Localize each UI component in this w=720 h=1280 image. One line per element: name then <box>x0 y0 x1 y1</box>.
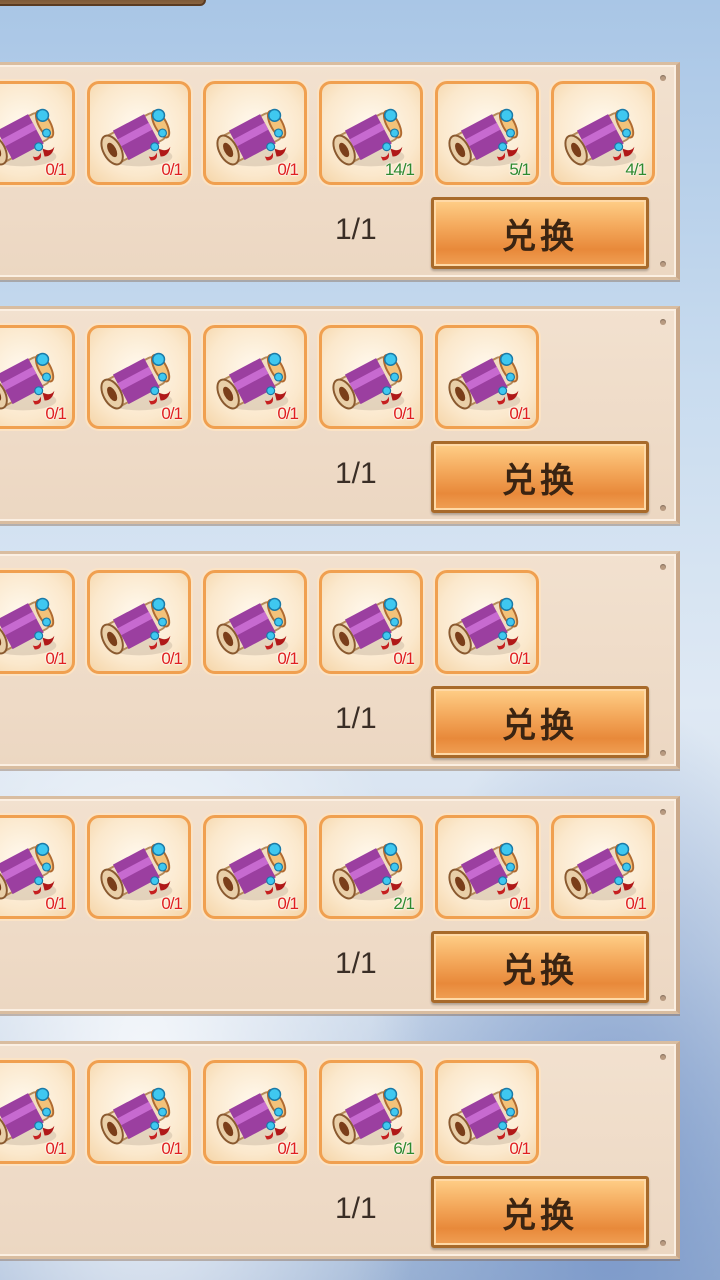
item-count: 0/1 <box>277 1139 299 1158</box>
item-count: 0/1 <box>393 404 415 423</box>
item-slot[interactable]: 0/1 <box>0 815 75 919</box>
item-count: 0/1 <box>161 404 183 423</box>
exchange-button[interactable]: 兑换 <box>431 197 649 269</box>
item-slot[interactable]: 0/1 <box>551 815 655 919</box>
item-count: 0/1 <box>45 160 67 179</box>
exchange-button-label: 兑换 <box>502 216 578 257</box>
item-count: 0/1 <box>509 649 531 668</box>
exchange-button-label: 兑换 <box>502 950 578 991</box>
item-count: 0/1 <box>509 894 531 913</box>
exchange-row: 0/1 0/1 0/1 <box>0 306 680 524</box>
exchange-button[interactable]: 兑换 <box>431 931 649 1003</box>
item-slot[interactable]: 0/1 <box>0 81 75 185</box>
required-items: 0/1 0/1 0/1 <box>0 81 655 185</box>
item-count: 0/1 <box>625 894 647 913</box>
exchange-button[interactable]: 兑换 <box>431 686 649 758</box>
item-slot[interactable]: 2/1 <box>319 815 423 919</box>
item-slot[interactable]: 0/1 <box>435 325 539 429</box>
top-tab-edge <box>0 0 206 6</box>
item-count: 5/1 <box>509 160 531 179</box>
item-slot[interactable]: 0/1 <box>87 325 191 429</box>
item-count: 0/1 <box>45 404 67 423</box>
item-count: 4/1 <box>625 160 647 179</box>
item-slot[interactable]: 0/1 <box>87 570 191 674</box>
item-count: 0/1 <box>45 1139 67 1158</box>
required-items: 0/1 0/1 0/1 <box>0 815 655 919</box>
exchange-limit: 1/1 <box>335 213 377 246</box>
exchange-limit: 1/1 <box>335 702 377 735</box>
exchange-button-label: 兑换 <box>502 1195 578 1236</box>
exchange-button-label: 兑换 <box>502 460 578 501</box>
item-count: 0/1 <box>161 1139 183 1158</box>
rivet-decoration <box>660 75 666 81</box>
rivet-decoration <box>660 261 666 267</box>
item-count: 0/1 <box>161 160 183 179</box>
required-items: 0/1 0/1 0/1 <box>0 570 539 674</box>
item-slot[interactable]: 4/1 <box>551 81 655 185</box>
item-slot[interactable]: 0/1 <box>203 1060 307 1164</box>
item-count: 0/1 <box>509 404 531 423</box>
item-slot[interactable]: 5/1 <box>435 81 539 185</box>
exchange-limit: 1/1 <box>335 1192 377 1225</box>
item-slot[interactable]: 0/1 <box>319 570 423 674</box>
item-count: 0/1 <box>509 1139 531 1158</box>
exchange-button[interactable]: 兑换 <box>431 441 649 513</box>
item-slot[interactable]: 0/1 <box>203 325 307 429</box>
exchange-button-label: 兑换 <box>502 705 578 746</box>
exchange-button[interactable]: 兑换 <box>431 1176 649 1248</box>
rivet-decoration <box>660 505 666 511</box>
exchange-row: 0/1 0/1 0/1 <box>0 62 680 280</box>
item-count: 0/1 <box>277 160 299 179</box>
item-count: 0/1 <box>45 894 67 913</box>
rivet-decoration <box>660 750 666 756</box>
item-slot[interactable]: 14/1 <box>319 81 423 185</box>
item-slot[interactable]: 0/1 <box>435 1060 539 1164</box>
exchange-row: 0/1 0/1 0/1 <box>0 796 680 1014</box>
item-count: 14/1 <box>384 160 415 179</box>
item-count: 0/1 <box>161 894 183 913</box>
item-slot[interactable]: 0/1 <box>435 815 539 919</box>
item-count: 6/1 <box>393 1139 415 1158</box>
rivet-decoration <box>660 1054 666 1060</box>
exchange-limit: 1/1 <box>335 457 377 490</box>
exchange-row: 0/1 0/1 0/1 <box>0 551 680 769</box>
item-slot[interactable]: 0/1 <box>87 815 191 919</box>
exchange-limit: 1/1 <box>335 947 377 980</box>
required-items: 0/1 0/1 0/1 <box>0 1060 539 1164</box>
rivet-decoration <box>660 1240 666 1246</box>
item-slot[interactable]: 6/1 <box>319 1060 423 1164</box>
item-count: 0/1 <box>161 649 183 668</box>
rivet-decoration <box>660 564 666 570</box>
item-count: 0/1 <box>277 649 299 668</box>
rivet-decoration <box>660 319 666 325</box>
item-slot[interactable]: 0/1 <box>87 81 191 185</box>
item-slot[interactable]: 0/1 <box>203 81 307 185</box>
exchange-row: 0/1 0/1 0/1 <box>0 1041 680 1259</box>
item-slot[interactable]: 0/1 <box>0 325 75 429</box>
item-count: 0/1 <box>277 894 299 913</box>
item-slot[interactable]: 0/1 <box>87 1060 191 1164</box>
rivet-decoration <box>660 809 666 815</box>
item-count: 0/1 <box>277 404 299 423</box>
item-slot[interactable]: 0/1 <box>319 325 423 429</box>
item-slot[interactable]: 0/1 <box>0 570 75 674</box>
item-slot[interactable]: 0/1 <box>203 815 307 919</box>
item-count: 0/1 <box>393 649 415 668</box>
item-slot[interactable]: 0/1 <box>435 570 539 674</box>
item-slot[interactable]: 0/1 <box>0 1060 75 1164</box>
item-count: 2/1 <box>393 894 415 913</box>
required-items: 0/1 0/1 0/1 <box>0 325 539 429</box>
item-count: 0/1 <box>45 649 67 668</box>
item-slot[interactable]: 0/1 <box>203 570 307 674</box>
rivet-decoration <box>660 995 666 1001</box>
